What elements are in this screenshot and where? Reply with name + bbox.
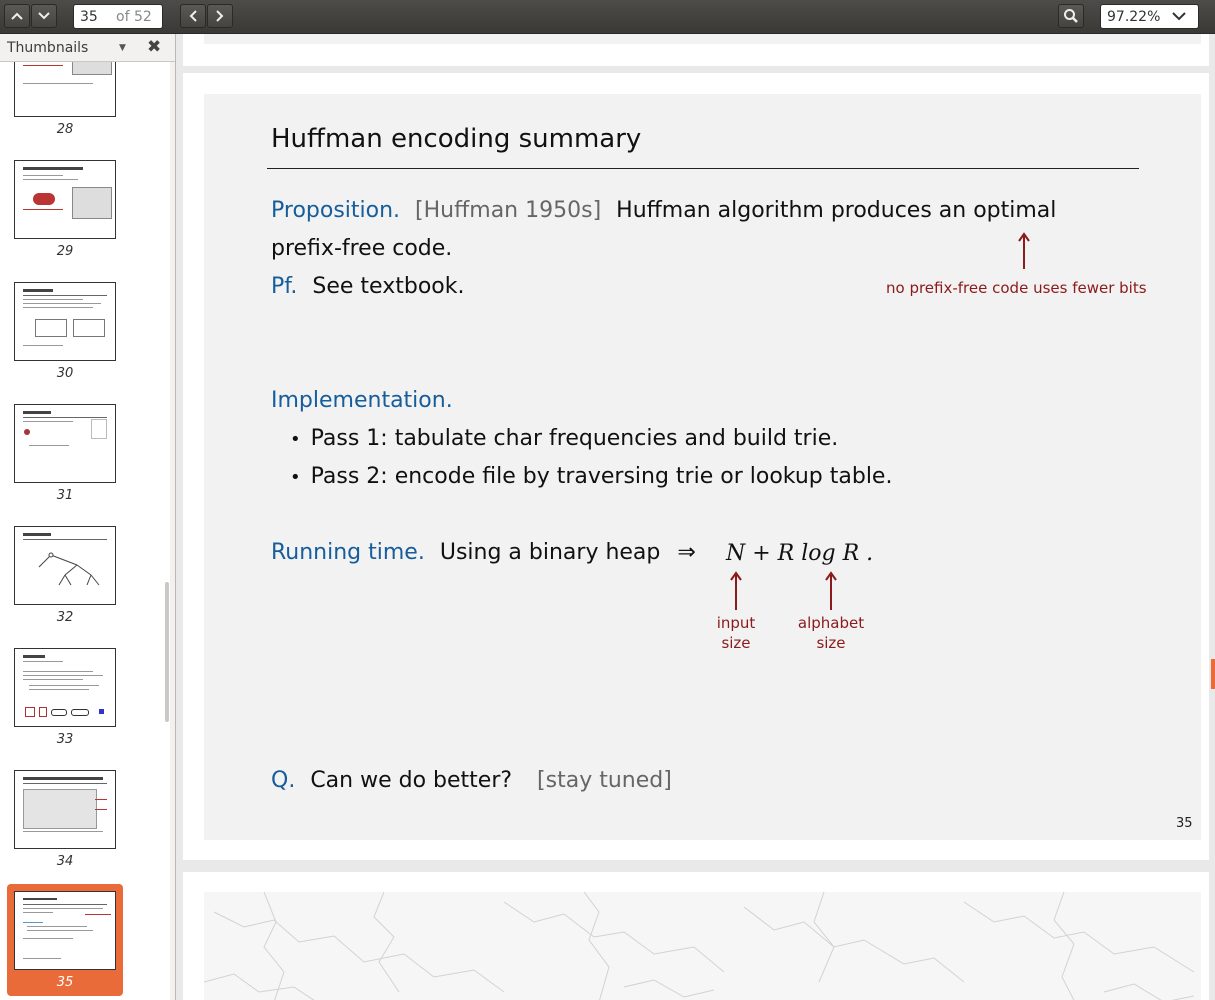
current-page: Huffman encoding summary Proposition. [H…	[183, 73, 1209, 860]
alphabet-size-note: alphabet size	[791, 613, 871, 653]
thumbnail-page-34[interactable]: 34	[14, 770, 116, 869]
chevron-down-icon	[38, 12, 50, 20]
proposition-text: Huffman algorithm produces an optimal	[616, 198, 1057, 223]
proof-text: See textbook.	[312, 274, 465, 299]
thumbnail-page-30[interactable]: 30	[14, 282, 116, 381]
next-page-button[interactable]	[31, 4, 57, 28]
title-rule	[267, 168, 1139, 169]
thumbnail-page-31[interactable]: 31	[14, 404, 116, 503]
question-label: Q.	[271, 768, 296, 793]
arrow-up-icon	[730, 571, 742, 610]
thumbnail-image	[14, 404, 116, 483]
thumbnail-number: 30	[56, 366, 74, 381]
sidebar-menu-dropdown-icon[interactable]: ▼	[119, 43, 126, 53]
slide-page-number: 35	[1176, 816, 1193, 831]
bullet-pass1-text: Pass 1: tabulate char frequencies and bu…	[310, 426, 839, 451]
chevron-left-icon	[189, 10, 197, 22]
proposition-label: Proposition.	[271, 198, 401, 223]
thumbnail-page-28[interactable]: 28	[14, 62, 116, 137]
slide: Huffman encoding summary Proposition. [H…	[204, 94, 1201, 840]
input-size-note: input size	[709, 613, 763, 653]
sidebar-scrollbar[interactable]	[165, 582, 169, 722]
forward-button[interactable]	[207, 4, 233, 28]
running-time-line: Running time. Using a binary heap ⇒	[271, 540, 696, 565]
previous-page-button[interactable]	[4, 4, 30, 28]
thumbnail-image	[14, 526, 116, 605]
chevron-up-icon	[11, 12, 23, 20]
thumbnails-sidebar: Thumbnails ▼ ✖ 28 29 30 31 32 33 34 35	[0, 34, 176, 1000]
question-note: [stay tuned]	[537, 768, 672, 793]
proof-line: Pf. See textbook.	[271, 274, 464, 299]
thumbnail-number: 33	[56, 732, 74, 747]
proposition-line: Proposition. [Huffman 1950s] Huffman alg…	[271, 198, 1056, 223]
page-total-label: of 52	[116, 8, 152, 25]
input-size-note-line2: size	[721, 634, 751, 652]
thumbnail-number: 35	[56, 975, 74, 990]
thumbnail-number: 29	[56, 244, 74, 259]
thumbnail-number: 32	[56, 610, 74, 625]
thumbnail-image	[14, 648, 116, 727]
alphabet-size-note-line2: size	[816, 634, 846, 652]
running-time-text: Using a binary heap	[439, 540, 661, 565]
implementation-label: Implementation.	[271, 388, 453, 413]
chevron-right-icon	[216, 10, 224, 22]
running-time-formula: N + R log R .	[726, 541, 874, 566]
back-button[interactable]	[180, 4, 206, 28]
search-icon	[1064, 9, 1078, 23]
bullet-pass2-text: Pass 2: encode file by traversing trie o…	[310, 464, 893, 489]
sidebar-header: Thumbnails ▼ ✖	[0, 34, 175, 62]
thumbnail-image	[14, 160, 116, 239]
sidebar-title: Thumbnails	[7, 39, 89, 56]
thumbnail-page-33[interactable]: 33	[14, 648, 116, 747]
thumbnail-page-29[interactable]: 29	[14, 160, 116, 259]
alphabet-size-note-line1: alphabet	[797, 614, 865, 632]
proposition-citation: [Huffman 1950s]	[415, 198, 602, 223]
chevron-down-icon	[1172, 12, 1186, 21]
thumbnail-image	[14, 282, 116, 361]
next-slide-background	[204, 892, 1201, 1000]
thumbnail-list: 28 29 30 31 32 33 34 35	[0, 62, 170, 1000]
proposition-text-continued: prefix-free code.	[271, 236, 453, 261]
thumbnail-page-32[interactable]: 32	[14, 526, 116, 625]
thumbnail-number: 34	[56, 854, 74, 869]
input-size-note-line1: input	[716, 614, 756, 632]
slide-title: Huffman encoding summary	[271, 124, 642, 154]
toolbar: 35 of 52 97.22%	[0, 0, 1215, 34]
bullet-pass1: • Pass 1: tabulate char frequencies and b…	[290, 426, 839, 451]
running-time-label: Running time.	[271, 540, 425, 565]
question-line: Q. Can we do better? [stay tuned]	[271, 768, 672, 793]
search-button[interactable]	[1058, 4, 1084, 28]
zoom-select[interactable]: 97.22%	[1100, 4, 1199, 29]
current-page-input[interactable]: 35	[74, 9, 116, 25]
implies-symbol: ⇒	[677, 540, 696, 565]
zoom-value: 97.22%	[1107, 8, 1161, 25]
thumbnail-number: 28	[56, 122, 74, 137]
thumbnail-page-35-selected[interactable]: 35	[7, 884, 123, 996]
crack-texture-pattern	[204, 892, 1195, 1000]
thumbnail-number: 31	[56, 488, 74, 503]
next-page	[183, 872, 1209, 1000]
bullet-pass2: • Pass 2: encode file by traversing trie …	[290, 464, 893, 489]
thumbnail-image	[14, 62, 116, 117]
proof-label: Pf.	[271, 274, 298, 299]
thumbnail-image	[14, 770, 116, 849]
question-text: Can we do better?	[310, 768, 513, 793]
close-sidebar-icon[interactable]: ✖	[147, 37, 161, 57]
page-position-marker	[1211, 659, 1215, 689]
previous-page	[183, 34, 1209, 66]
arrow-up-icon	[1018, 232, 1030, 269]
arrow-up-icon	[825, 571, 837, 610]
thumbnail-image	[14, 891, 116, 970]
document-viewer: Huffman encoding summary Proposition. [H…	[176, 34, 1215, 1000]
fewer-bits-note: no prefix-free code uses fewer bits	[886, 279, 1147, 297]
page-number-field[interactable]: 35 of 52	[73, 4, 163, 29]
